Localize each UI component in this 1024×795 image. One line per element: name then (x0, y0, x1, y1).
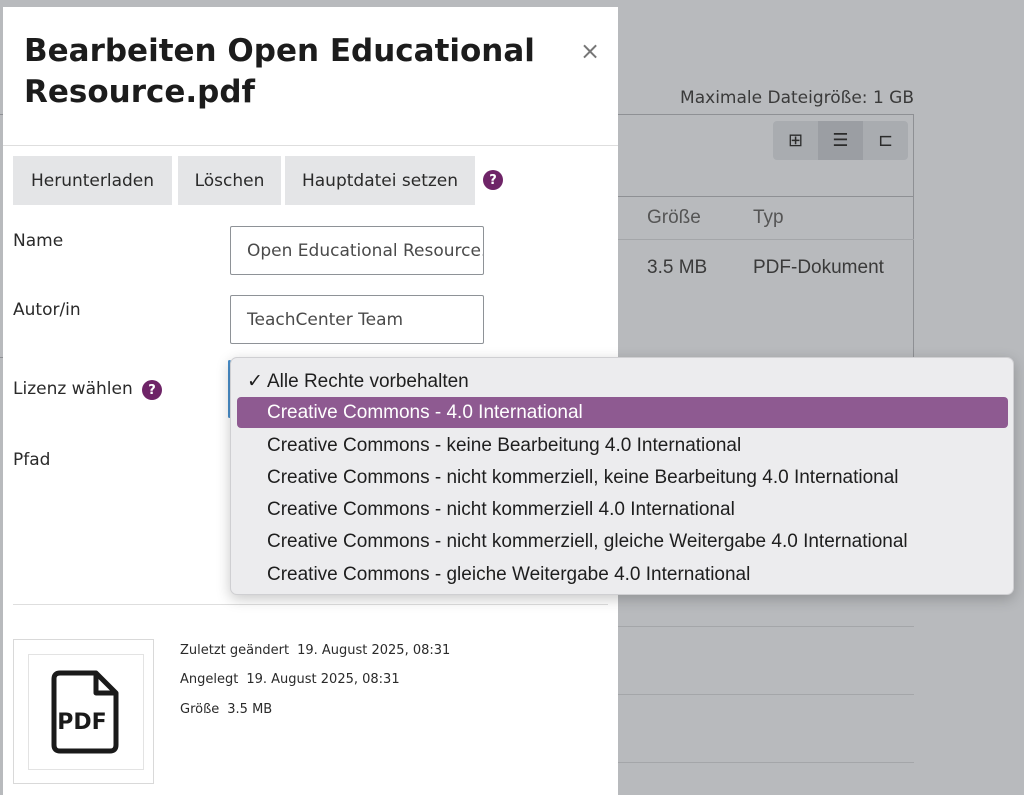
header-divider (3, 145, 618, 146)
pdf-icon-label: PDF (57, 710, 106, 735)
close-icon[interactable]: × (580, 37, 600, 65)
size-info: Größe 3.5 MB (180, 702, 272, 717)
max-filesize-label: Maximale Dateigröße: 1 GB (680, 88, 914, 108)
table-row-divider (618, 239, 914, 240)
tree-icon[interactable]: ⊏ (863, 121, 908, 160)
modified-value: 19. August 2025, 08:31 (297, 643, 451, 658)
license-option[interactable]: Creative Commons - nicht kommerziell 4.0… (237, 494, 1008, 525)
list-icon[interactable]: ☰ (818, 121, 863, 160)
license-option-label: Creative Commons - 4.0 International (267, 401, 583, 423)
column-header-size[interactable]: Größe (647, 207, 701, 229)
size-label: Größe (180, 702, 220, 717)
license-option[interactable]: ✓ Alle Rechte vorbehalten (237, 366, 1008, 397)
created-label: Angelegt (180, 672, 239, 687)
license-option-label: Creative Commons - keine Bearbeitung 4.0… (267, 434, 742, 456)
file-size-cell: 3.5 MB (647, 257, 708, 278)
size-value: 3.5 MB (227, 702, 273, 717)
author-input[interactable]: TeachCenter Team (230, 295, 484, 344)
bg-divider (618, 626, 914, 627)
license-option[interactable]: Creative Commons - gleiche Weitergabe 4.… (237, 559, 1008, 590)
license-option-label: Alle Rechte vorbehalten (267, 370, 469, 392)
bg-divider (618, 694, 914, 695)
download-button[interactable]: Herunterladen (13, 156, 172, 205)
license-option[interactable]: Creative Commons - keine Bearbeitung 4.0… (237, 430, 1008, 461)
author-label: Autor/in (13, 300, 81, 320)
help-icon[interactable]: ? (483, 170, 503, 190)
delete-button[interactable]: Löschen (178, 156, 281, 205)
license-option-label: Creative Commons - nicht kommerziell, ke… (267, 466, 899, 488)
file-type-cell: PDF-Dokument (753, 257, 884, 278)
modified-label: Zuletzt geändert (180, 643, 290, 658)
file-thumbnail: PDF (13, 639, 154, 784)
license-label: Lizenz wählen (13, 379, 133, 399)
license-help-icon[interactable]: ? (142, 380, 162, 400)
column-header-type[interactable]: Typ (753, 207, 784, 229)
license-option[interactable]: Creative Commons - nicht kommerziell, gl… (237, 526, 1008, 557)
grid-icon[interactable]: ⊞ (773, 121, 818, 160)
created-value: 19. August 2025, 08:31 (246, 672, 400, 687)
path-label: Pfad (13, 450, 51, 470)
checkmark-icon: ✓ (247, 371, 263, 392)
name-input[interactable]: Open Educational Resource.pdf (230, 226, 484, 275)
name-label: Name (13, 231, 64, 251)
license-option-label: Creative Commons - nicht kommerziell, gl… (267, 530, 908, 552)
table-header-divider (618, 196, 914, 197)
license-dropdown-menu: ✓ Alle Rechte vorbehalten Creative Commo… (230, 357, 1014, 595)
modified-info: Zuletzt geändert 19. August 2025, 08:31 (180, 643, 450, 658)
view-switcher: ⊞ ☰ ⊏ (773, 121, 908, 160)
details-divider (13, 604, 608, 605)
license-option-label: Creative Commons - gleiche Weitergabe 4.… (267, 563, 751, 585)
set-main-file-button[interactable]: Hauptdatei setzen (285, 156, 475, 205)
created-info: Angelegt 19. August 2025, 08:31 (180, 672, 400, 687)
bg-divider (618, 762, 914, 763)
license-option-label: Creative Commons - nicht kommerziell 4.0… (267, 498, 735, 520)
dialog-title: Bearbeiten Open Educational Resource.pdf (24, 33, 535, 110)
license-option[interactable]: Creative Commons - 4.0 International (237, 397, 1008, 428)
pdf-file-icon: PDF (51, 670, 119, 754)
license-option[interactable]: Creative Commons - nicht kommerziell, ke… (237, 462, 1008, 493)
